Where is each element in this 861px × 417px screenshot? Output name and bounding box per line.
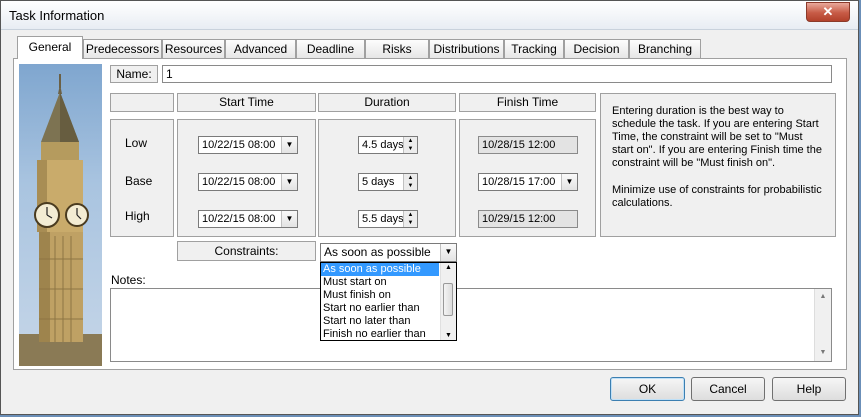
constraint-option-fnet[interactable]: Finish no earlier than (321, 328, 456, 341)
name-input[interactable]: 1 (162, 65, 832, 83)
tab-tracking[interactable]: Tracking (504, 39, 564, 58)
notes-textarea[interactable]: ▲ ▼ (110, 288, 832, 362)
spin-up-icon[interactable]: ▲ (404, 137, 417, 145)
spin-up-icon[interactable]: ▲ (404, 211, 417, 219)
tab-distributions[interactable]: Distributions (429, 39, 504, 58)
duration-header: Duration (318, 93, 456, 112)
cancel-button[interactable]: Cancel (691, 377, 765, 401)
constraints-combo[interactable]: As soon as possible ▼ (320, 243, 457, 262)
high-duration-value: 5.5 days (362, 213, 404, 225)
help-button[interactable]: Help (772, 377, 846, 401)
base-label: Base (125, 174, 153, 188)
dropdown-scrollbar[interactable]: ▲ ▼ (440, 263, 456, 340)
constraints-label: Constraints: (177, 241, 316, 261)
tab-branching[interactable]: Branching (629, 39, 701, 58)
chevron-down-icon[interactable]: ▼ (281, 137, 297, 153)
scroll-down-icon[interactable]: ▼ (815, 347, 831, 359)
info-box: Entering duration is the best way to sch… (600, 93, 836, 237)
info-text-duration: Entering duration is the best way to sch… (612, 105, 822, 169)
constraint-option-snlt[interactable]: Start no later than (321, 315, 456, 328)
scroll-down-icon[interactable]: ▼ (441, 332, 456, 339)
scroll-up-icon[interactable]: ▲ (815, 291, 831, 303)
constraint-option-must-start[interactable]: Must start on (321, 276, 456, 289)
high-start-combo[interactable]: 10/22/15 08:00 ▼ (198, 210, 298, 228)
title-bar: Task Information ✕ (1, 1, 858, 30)
constraint-option-must-finish[interactable]: Must finish on (321, 289, 456, 302)
tab-advanced[interactable]: Advanced (225, 39, 296, 58)
spin-down-icon[interactable]: ▼ (404, 182, 417, 190)
low-start-combo[interactable]: 10/22/15 08:00 ▼ (198, 136, 298, 154)
low-label: Low (125, 136, 148, 150)
tab-predecessors[interactable]: Predecessors (83, 39, 162, 58)
chevron-down-icon[interactable]: ▼ (440, 244, 456, 261)
close-button[interactable]: ✕ (806, 2, 850, 22)
start-time-header: Start Time (177, 93, 316, 112)
low-start-value: 10/22/15 08:00 (202, 139, 276, 151)
high-start-value: 10/22/15 08:00 (202, 213, 276, 225)
spin-up-icon[interactable]: ▲ (404, 174, 417, 182)
high-duration-spinner[interactable]: 5.5 days ▲ ▼ (358, 210, 418, 228)
low-duration-value: 4.5 days (362, 139, 404, 151)
spin-down-icon[interactable]: ▼ (404, 219, 417, 227)
low-duration-spinner[interactable]: 4.5 days ▲ ▼ (358, 136, 418, 154)
base-start-combo[interactable]: 10/22/15 08:00 ▼ (198, 173, 298, 191)
window-title: Task Information (9, 8, 105, 23)
tab-deadline[interactable]: Deadline (296, 39, 365, 58)
base-finish-combo[interactable]: 10/28/15 17:00 ▼ (478, 173, 578, 191)
notes-scrollbar[interactable]: ▲ ▼ (814, 289, 831, 361)
base-duration-spinner[interactable]: 5 days ▲ ▼ (358, 173, 418, 191)
constraints-dropdown-list[interactable]: As soon as possible Must start on Must f… (320, 262, 457, 341)
constraints-value: As soon as possible (324, 245, 431, 259)
big-ben-image (19, 64, 102, 366)
high-finish-field: 10/29/15 12:00 (478, 210, 578, 228)
notes-label: Notes: (111, 273, 146, 287)
tab-decision[interactable]: Decision (564, 39, 629, 58)
name-label: Name: (110, 65, 158, 83)
low-finish-field: 10/28/15 12:00 (478, 136, 578, 154)
tab-general[interactable]: General (17, 36, 83, 59)
ok-button[interactable]: OK (610, 377, 685, 401)
scroll-thumb[interactable] (443, 283, 453, 316)
spin-down-icon[interactable]: ▼ (404, 145, 417, 153)
chevron-down-icon[interactable]: ▼ (561, 174, 577, 190)
scroll-up-icon[interactable]: ▲ (441, 264, 456, 271)
base-start-value: 10/22/15 08:00 (202, 176, 276, 188)
base-finish-value: 10/28/15 17:00 (482, 176, 556, 188)
tab-risks[interactable]: Risks (365, 39, 429, 58)
constraint-option-asap[interactable]: As soon as possible (321, 263, 439, 276)
chevron-down-icon[interactable]: ▼ (281, 174, 297, 190)
row-label-header (110, 93, 174, 112)
base-duration-value: 5 days (362, 176, 395, 188)
constraint-option-snet[interactable]: Start no earlier than (321, 302, 456, 315)
tab-resources[interactable]: Resources (162, 39, 225, 58)
chevron-down-icon[interactable]: ▼ (281, 211, 297, 227)
info-text-constraints: Minimize use of constraints for probabil… (612, 184, 822, 209)
finish-time-header: Finish Time (459, 93, 596, 112)
high-label: High (125, 209, 150, 223)
